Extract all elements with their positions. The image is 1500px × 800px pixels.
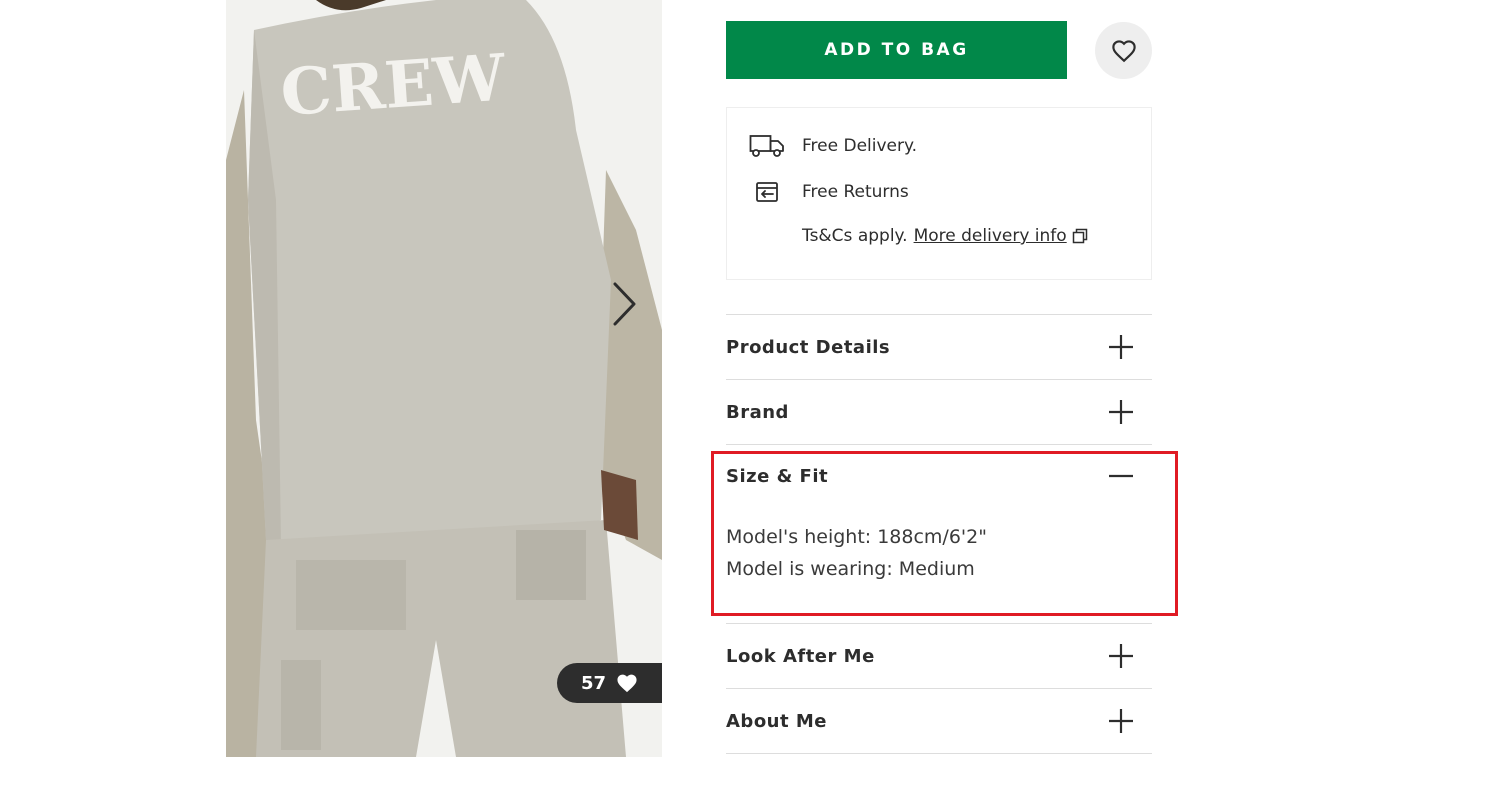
delivery-truck-icon bbox=[749, 132, 789, 160]
size-fit-title: Size & Fit bbox=[726, 465, 829, 487]
external-window-icon bbox=[1072, 228, 1088, 244]
saves-count-badge[interactable]: 57 bbox=[557, 663, 662, 703]
plus-icon bbox=[1106, 397, 1136, 427]
product-photo: CREW bbox=[226, 0, 662, 757]
more-delivery-info-link[interactable]: More delivery info bbox=[914, 226, 1067, 246]
product-details-title: Product Details bbox=[726, 336, 891, 358]
accordion-brand: Brand bbox=[726, 379, 1152, 444]
size-fit-toggle[interactable]: Size & Fit bbox=[726, 445, 1152, 507]
about-me-toggle[interactable]: About Me bbox=[726, 689, 1152, 753]
brand-title: Brand bbox=[726, 401, 789, 423]
heart-filled-icon bbox=[616, 673, 638, 693]
heart-outline-icon bbox=[1111, 39, 1137, 63]
accordion-size-fit: Size & Fit Model's height: 188cm/6'2" Mo… bbox=[726, 444, 1152, 623]
free-returns-text: Free Returns bbox=[802, 182, 909, 202]
save-for-later-button[interactable] bbox=[1095, 22, 1152, 79]
free-returns-row: Free Returns bbox=[749, 178, 909, 206]
model-size-text: Model is wearing: Medium bbox=[726, 558, 975, 580]
brand-toggle[interactable]: Brand bbox=[726, 380, 1152, 444]
product-image-gallery: CREW 57 bbox=[226, 0, 662, 757]
next-image-button[interactable] bbox=[600, 278, 644, 330]
free-delivery-text: Free Delivery. bbox=[802, 136, 918, 156]
returns-box-icon bbox=[749, 178, 789, 206]
svg-text:CREW: CREW bbox=[278, 40, 509, 131]
product-info-accordion: Product Details Brand Size & Fit Model's… bbox=[726, 314, 1152, 754]
product-details-toggle[interactable]: Product Details bbox=[726, 315, 1152, 379]
accordion-about-me: About Me bbox=[726, 688, 1152, 754]
add-to-bag-button[interactable]: ADD TO BAG bbox=[726, 21, 1067, 79]
saves-count: 57 bbox=[581, 672, 607, 694]
chevron-right-icon bbox=[613, 282, 636, 326]
terms-text: Ts&Cs apply. bbox=[802, 226, 908, 246]
plus-icon bbox=[1106, 332, 1136, 362]
model-height-text: Model's height: 188cm/6'2" bbox=[726, 526, 987, 548]
size-fit-content: Model's height: 188cm/6'2" Model is wear… bbox=[726, 507, 1152, 623]
delivery-info-box: Free Delivery. Free Returns Ts&Cs apply.… bbox=[726, 107, 1152, 280]
plus-icon bbox=[1106, 706, 1136, 736]
look-after-me-toggle[interactable]: Look After Me bbox=[726, 624, 1152, 688]
plus-icon bbox=[1106, 641, 1136, 671]
free-delivery-row: Free Delivery. bbox=[749, 132, 917, 160]
look-after-me-title: Look After Me bbox=[726, 645, 875, 667]
product-page: CREW 57 ADD TO BAG Free Delivery. Free R… bbox=[0, 0, 1500, 800]
accordion-look-after-me: Look After Me bbox=[726, 623, 1152, 688]
minus-icon bbox=[1106, 461, 1136, 491]
terms-row: Ts&Cs apply. More delivery info bbox=[802, 226, 1088, 246]
accordion-product-details: Product Details bbox=[726, 314, 1152, 379]
about-me-title: About Me bbox=[726, 710, 827, 732]
